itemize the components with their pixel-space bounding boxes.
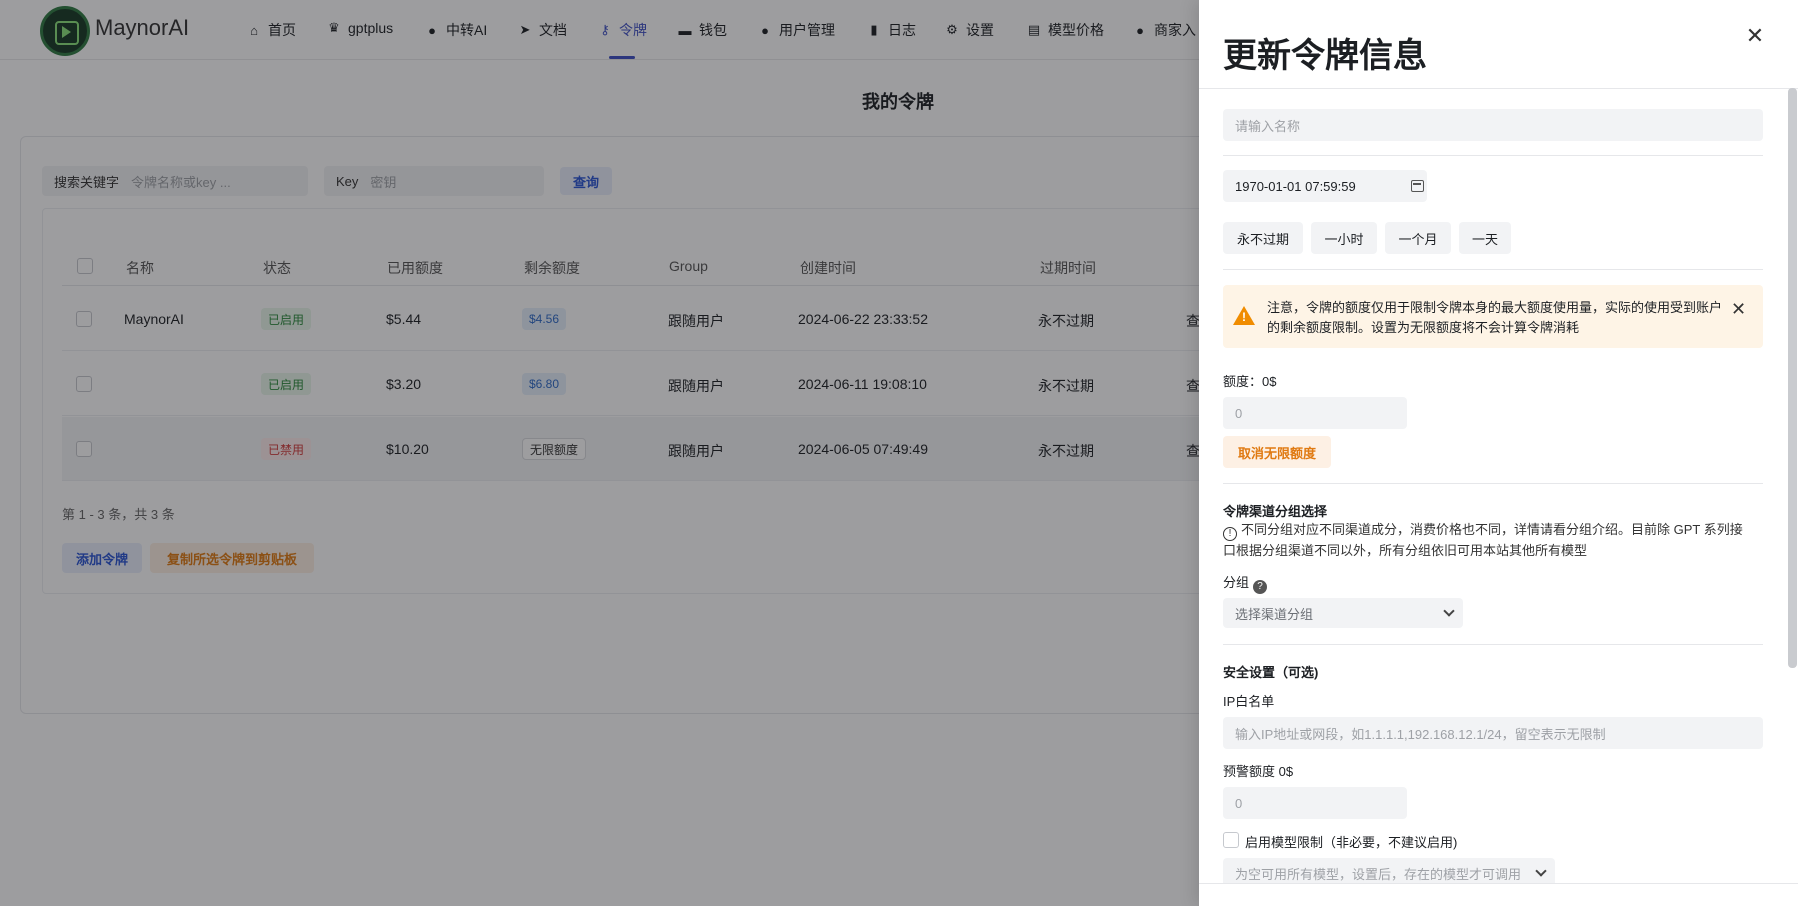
alert-quota-input[interactable]: 0 [1223,787,1407,819]
chevron-down-icon [1535,865,1547,877]
expire-time-picker[interactable]: 1970-01-01 07:59:59 [1223,170,1427,202]
model-limit-label[interactable]: 启用模型限制（非必要，不建议启用) [1245,832,1457,851]
quota-warning-banner: 注意，令牌的额度仅用于限制令牌本身的最大额度使用量，实际的使用受到账户的剩余额度… [1223,285,1763,348]
alert-quota-label: 预警额度 0$ [1223,764,1294,779]
close-icon[interactable]: ✕ [1741,22,1769,50]
divider [1223,269,1763,270]
calendar-icon [1411,180,1424,192]
update-token-sheet: 更新令牌信息 ✕ 请输入名称 1970-01-01 07:59:59 永不过期 … [1199,0,1798,906]
chevron-down-icon [1443,605,1455,617]
security-section-title: 安全设置（可选) [1223,665,1319,680]
question-icon[interactable]: ? [1253,579,1268,594]
never-expire-button[interactable]: 永不过期 [1223,222,1303,254]
ip-whitelist-label: IP白名单 [1223,694,1275,709]
warning-icon [1233,306,1255,325]
group-label: 分组? [1223,572,1268,594]
cancel-unlimited-button[interactable]: 取消无限额度 [1223,436,1331,468]
token-name-input[interactable]: 请输入名称 [1223,109,1763,141]
warning-text: 注意，令牌的额度仅用于限制令牌本身的最大额度使用量，实际的使用受到账户的剩余额度… [1267,300,1723,335]
info-icon: ! [1223,527,1237,541]
group-help-text: ! 不同分组对应不同渠道成分，消费价格也不同，详情请看分组介绍。目前除 GPT 系… [1223,522,1743,558]
divider [1223,483,1763,484]
scrollbar[interactable] [1788,88,1797,668]
quota-input[interactable]: 0 [1223,397,1407,429]
model-limit-checkbox[interactable] [1223,832,1239,848]
header-divider [1199,88,1798,89]
divider [1223,644,1763,645]
group-select[interactable]: 选择渠道分组 [1223,598,1463,628]
divider [1223,155,1763,156]
group-section-title: 令牌渠道分组选择 [1223,504,1328,519]
close-icon[interactable]: ✕ [1731,299,1746,320]
sheet-title: 更新令牌信息 [1223,37,1427,75]
sheet-footer [1199,883,1798,906]
one-hour-button[interactable]: 一小时 [1311,222,1377,254]
quota-label: 额度：0$ [1223,374,1277,389]
one-month-button[interactable]: 一个月 [1385,222,1451,254]
one-day-button[interactable]: 一天 [1459,222,1511,254]
ip-whitelist-input[interactable]: 输入IP地址或网段，如1.1.1.1,192.168.12.1/24，留空表示无… [1223,717,1763,749]
